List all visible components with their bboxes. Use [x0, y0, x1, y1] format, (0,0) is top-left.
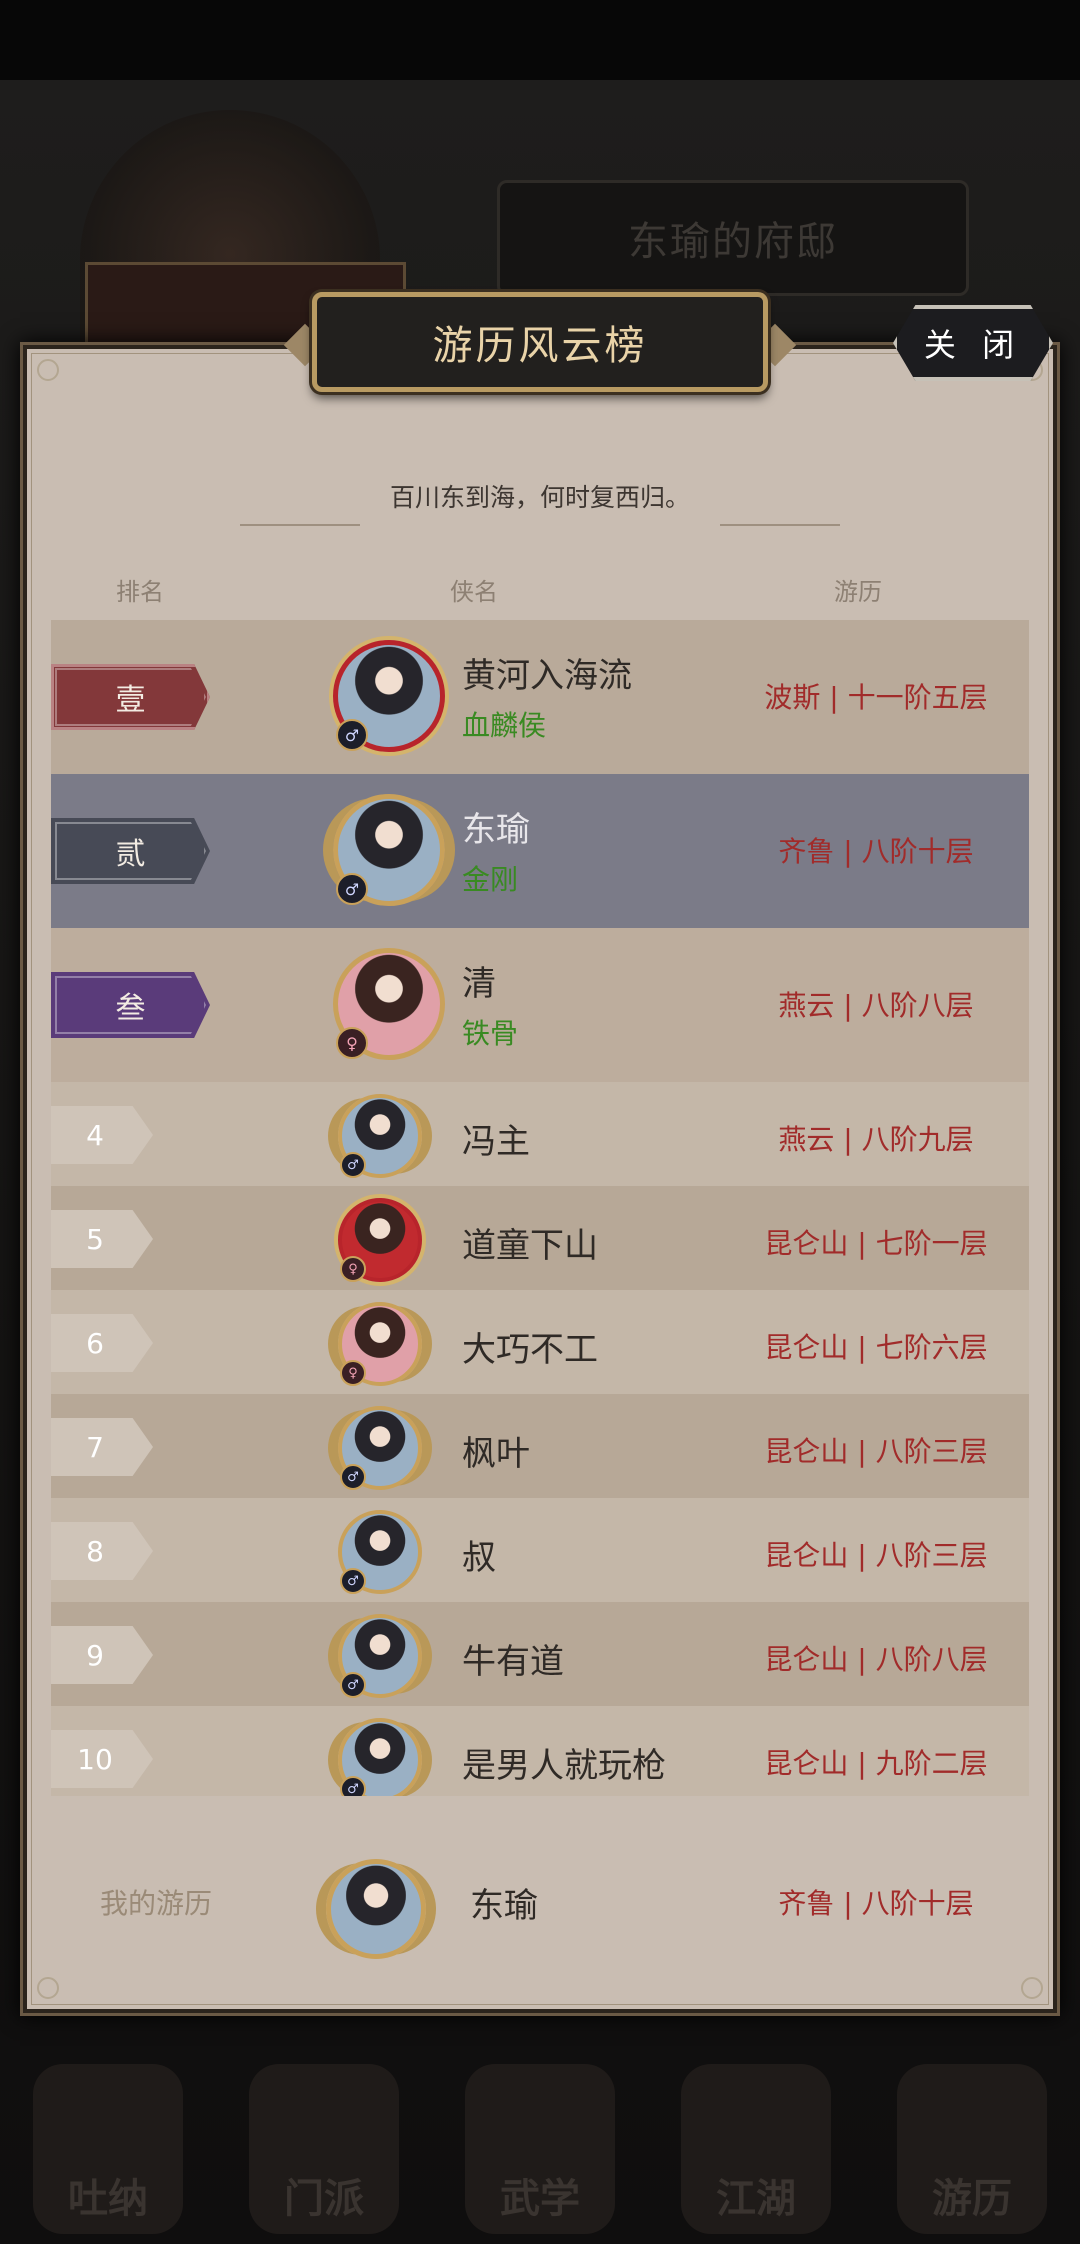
travel-progress: 昆仑山 | 八阶八层	[764, 1643, 988, 1676]
travel-progress: 昆仑山 | 八阶三层	[764, 1539, 988, 1572]
table-row[interactable]: 叁 ♀ 清 铁骨 燕云 | 八阶八层	[51, 928, 1029, 1082]
rank-badge: 7	[51, 1418, 153, 1476]
rank-badge: 叁	[51, 972, 210, 1038]
rank-badge: 10	[51, 1730, 153, 1788]
male-icon: ♂	[340, 1568, 366, 1594]
player-avatar[interactable]: ♂	[338, 1614, 422, 1698]
player-name: 是男人就玩枪	[462, 1746, 666, 1786]
player-avatar[interactable]: ♀	[338, 1302, 422, 1386]
rank-badge: 壹	[51, 664, 210, 730]
female-icon: ♀	[336, 1027, 368, 1059]
travel-progress: 昆仑山 | 八阶三层	[764, 1435, 988, 1468]
male-icon: ♂	[340, 1776, 366, 1796]
bottom-nav: 吐纳 门派 武学 江湖 游历	[0, 2030, 1080, 2244]
travel-progress: 齐鲁 | 八阶十层	[778, 835, 974, 868]
male-icon: ♂	[336, 873, 368, 905]
player-title: 金刚	[462, 863, 519, 896]
table-row[interactable]: 壹 ♂ 黄河入海流 血麟侯 波斯 | 十一阶五层	[51, 620, 1029, 774]
table-row[interactable]: 6 ♀ 大巧不工 昆仑山 | 七阶六层	[51, 1290, 1029, 1394]
player-avatar[interactable]: ♂	[338, 1094, 422, 1178]
header-progress: 游历	[834, 578, 882, 606]
my-travel-label: 我的游历	[100, 1887, 213, 1920]
panel-title-plate: 游历风云榜	[312, 292, 768, 392]
nav-sect[interactable]: 门派	[249, 2064, 399, 2234]
table-row[interactable]: 7 ♂ 枫叶 昆仑山 | 八阶三层	[51, 1394, 1029, 1498]
rank-badge: 6	[51, 1314, 153, 1372]
female-icon: ♀	[340, 1360, 366, 1386]
panel-title: 游历风云榜	[432, 323, 648, 369]
subtitle-divider-right	[720, 524, 840, 526]
rank-badge: 5	[51, 1210, 153, 1268]
table-row[interactable]: 5 ♀ 道童下山 昆仑山 | 七阶一层	[51, 1186, 1029, 1290]
travel-progress: 昆仑山 | 七阶一层	[764, 1227, 988, 1260]
player-avatar[interactable]: ♂	[333, 794, 445, 906]
player-name: 冯主	[462, 1122, 530, 1162]
rank-badge: 贰	[51, 818, 210, 884]
header-name: 侠名	[450, 578, 498, 606]
table-row[interactable]: 9 ♂ 牛有道 昆仑山 | 八阶八层	[51, 1602, 1029, 1706]
male-icon: ♂	[340, 1152, 366, 1178]
nav-tuna[interactable]: 吐纳	[33, 2064, 183, 2234]
player-avatar[interactable]: ♀	[333, 948, 445, 1060]
female-icon: ♀	[340, 1256, 366, 1282]
travel-progress: 昆仑山 | 七阶六层	[764, 1331, 988, 1364]
nav-jianghu[interactable]: 江湖	[681, 2064, 831, 2234]
player-avatar[interactable]: ♂	[338, 1406, 422, 1490]
male-icon: ♂	[336, 719, 368, 751]
my-avatar[interactable]	[326, 1859, 426, 1959]
player-name: 叔	[462, 1538, 496, 1578]
table-row[interactable]: 8 ♂ 叔 昆仑山 | 八阶三层	[51, 1498, 1029, 1602]
player-name: 枫叶	[462, 1434, 530, 1474]
my-name: 东瑜	[470, 1886, 538, 1926]
player-name: 牛有道	[462, 1642, 564, 1682]
travel-progress: 波斯 | 十一阶五层	[764, 681, 988, 714]
player-avatar[interactable]: ♂	[333, 640, 445, 752]
travel-progress: 燕云 | 八阶八层	[778, 989, 974, 1022]
corner-ornament	[37, 1977, 59, 1999]
my-travel-progress: 齐鲁 | 八阶十层	[778, 1887, 974, 1920]
table-row[interactable]: 贰 ♂ 东瑜 金刚 齐鲁 | 八阶十层	[51, 774, 1029, 928]
male-icon: ♂	[340, 1464, 366, 1490]
header-rank: 排名	[116, 578, 164, 606]
player-name: 道童下山	[462, 1226, 598, 1266]
table-row[interactable]: 10 ♂ 是男人就玩枪 昆仑山 | 九阶二层	[51, 1706, 1029, 1796]
player-avatar[interactable]: ♂	[338, 1718, 422, 1796]
table-row[interactable]: 4 ♂ 冯主 燕云 | 八阶九层	[51, 1082, 1029, 1186]
male-icon: ♂	[340, 1672, 366, 1698]
rank-badge: 9	[51, 1626, 153, 1684]
player-name: 大巧不工	[462, 1330, 598, 1370]
player-name: 东瑜	[462, 810, 530, 850]
player-avatar[interactable]: ♀	[338, 1198, 422, 1282]
travel-progress: 昆仑山 | 九阶二层	[764, 1747, 988, 1780]
panel-subtitle: 百川东到海，何时复西归。	[389, 483, 690, 512]
corner-ornament	[37, 359, 59, 381]
status-bar-area	[0, 0, 1080, 80]
subtitle-divider-left	[240, 524, 360, 526]
corner-ornament	[1021, 1977, 1043, 1999]
close-button[interactable]: 关 闭	[893, 305, 1053, 381]
ranking-list: 壹 ♂ 黄河入海流 血麟侯 波斯 | 十一阶五层 贰 ♂ 东瑜 金刚 齐鲁 | …	[51, 620, 1029, 1796]
travel-progress: 燕云 | 八阶九层	[778, 1123, 974, 1156]
player-name: 清	[462, 964, 496, 1004]
player-name: 黄河入海流	[462, 656, 632, 696]
nav-martial-arts[interactable]: 武学	[465, 2064, 615, 2234]
nav-travel[interactable]: 游历	[897, 2064, 1047, 2234]
rank-badge: 4	[51, 1106, 153, 1164]
player-title: 铁骨	[462, 1017, 519, 1050]
residence-title: 东瑜的府邸	[497, 180, 969, 296]
player-avatar[interactable]: ♂	[338, 1510, 422, 1594]
rank-badge: 8	[51, 1522, 153, 1580]
player-title: 血麟侯	[462, 709, 547, 742]
